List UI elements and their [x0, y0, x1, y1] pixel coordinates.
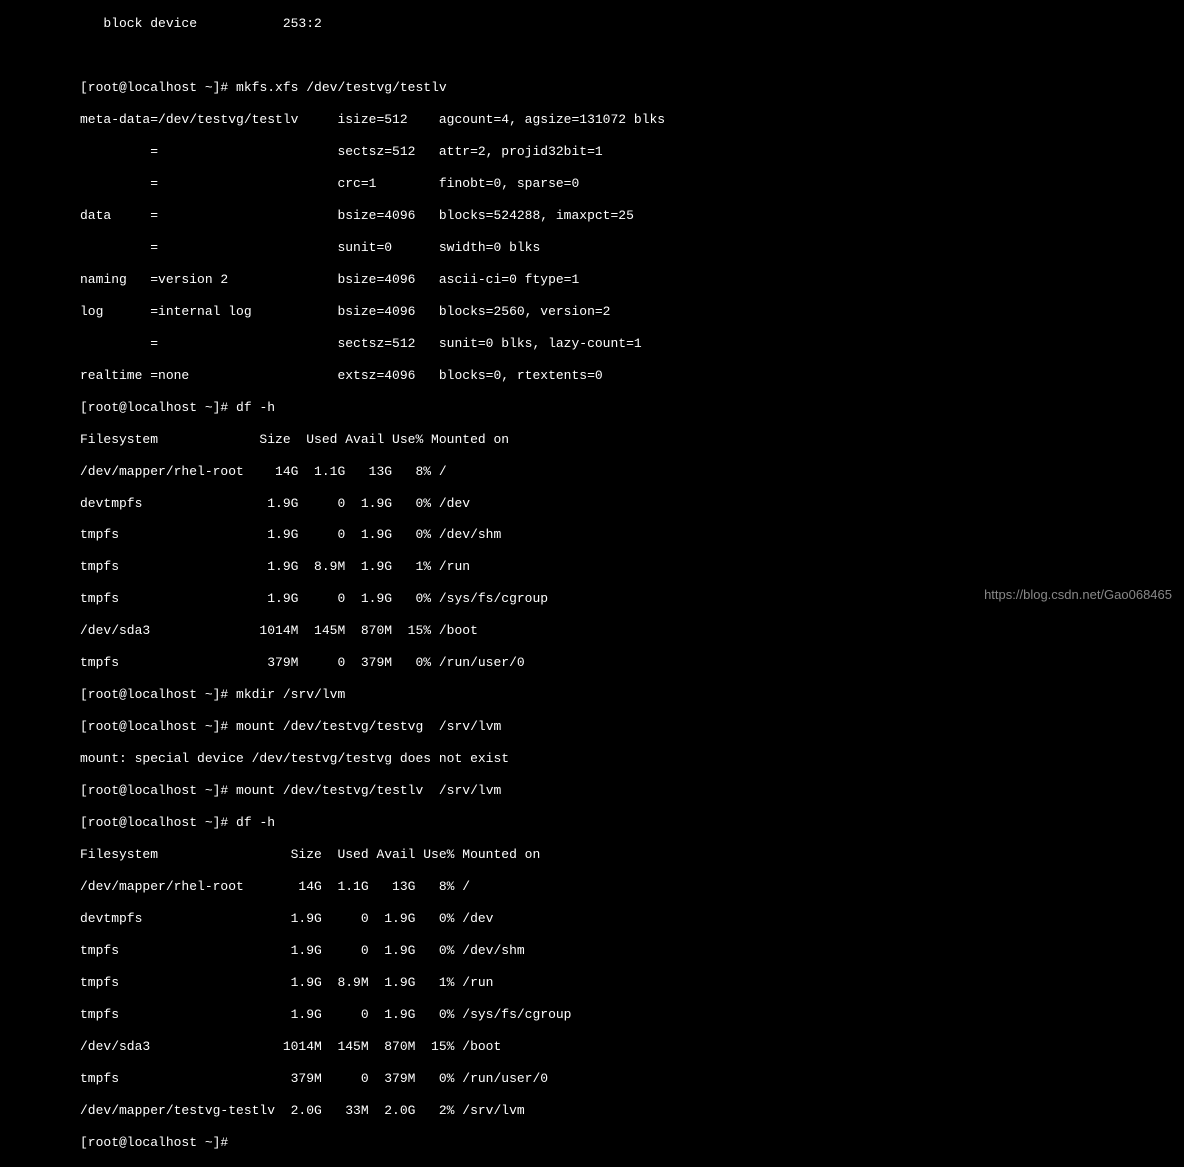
df-row: tmpfs 1.9G 8.9M 1.9G 1% /run — [80, 975, 1184, 991]
terminal-output[interactable]: block device 253:2 [root@localhost ~]# m… — [0, 0, 1184, 1167]
mkfs-output: data = bsize=4096 blocks=524288, imaxpct… — [80, 208, 1184, 224]
df-row: /dev/mapper/rhel-root 14G 1.1G 13G 8% / — [80, 879, 1184, 895]
prompt: [root@localhost ~]# — [80, 1135, 228, 1150]
df-row: tmpfs 1.9G 8.9M 1.9G 1% /run — [80, 559, 1184, 575]
mkfs-output: naming =version 2 bsize=4096 ascii-ci=0 … — [80, 272, 1184, 288]
prompt-line: [root@localhost ~]# mount /dev/testvg/te… — [80, 719, 1184, 735]
command: df -h — [236, 815, 275, 830]
df-row: /dev/sda3 1014M 145M 870M 15% /boot — [80, 623, 1184, 639]
prompt: [root@localhost ~]# — [80, 80, 228, 95]
prompt-line: [root@localhost ~]# df -h — [80, 400, 1184, 416]
df-row: /dev/mapper/testvg-testlv 2.0G 33M 2.0G … — [80, 1103, 1184, 1119]
partial-line: block device 253:2 — [80, 16, 1184, 32]
df-row: tmpfs 1.9G 0 1.9G 0% /dev/shm — [80, 527, 1184, 543]
df-row: tmpfs 1.9G 0 1.9G 0% /dev/shm — [80, 943, 1184, 959]
blank-line — [80, 48, 1184, 64]
prompt-line: [root@localhost ~]# df -h — [80, 815, 1184, 831]
df-row: tmpfs 1.9G 0 1.9G 0% /sys/fs/cgroup — [80, 1007, 1184, 1023]
mkfs-output: = sunit=0 swidth=0 blks — [80, 240, 1184, 256]
mkfs-output: log =internal log bsize=4096 blocks=2560… — [80, 304, 1184, 320]
df-row: tmpfs 379M 0 379M 0% /run/user/0 — [80, 655, 1184, 671]
watermark-text: https://blog.csdn.net/Gao068465 — [984, 587, 1172, 603]
df-row: devtmpfs 1.9G 0 1.9G 0% /dev — [80, 496, 1184, 512]
command: mkdir /srv/lvm — [236, 687, 345, 702]
df-row: /dev/sda3 1014M 145M 870M 15% /boot — [80, 1039, 1184, 1055]
mkfs-output: meta-data=/dev/testvg/testlv isize=512 a… — [80, 112, 1184, 128]
prompt: [root@localhost ~]# — [80, 815, 228, 830]
prompt: [root@localhost ~]# — [80, 687, 228, 702]
command: mkfs.xfs /dev/testvg/testlv — [236, 80, 447, 95]
prompt: [root@localhost ~]# — [80, 400, 228, 415]
error-output: mount: special device /dev/testvg/testvg… — [80, 751, 1184, 767]
prompt: [root@localhost ~]# — [80, 783, 228, 798]
mkfs-output: = crc=1 finobt=0, sparse=0 — [80, 176, 1184, 192]
mkfs-output: = sectsz=512 sunit=0 blks, lazy-count=1 — [80, 336, 1184, 352]
df-row: tmpfs 379M 0 379M 0% /run/user/0 — [80, 1071, 1184, 1087]
prompt-line: [root@localhost ~]# mkdir /srv/lvm — [80, 687, 1184, 703]
df-row: devtmpfs 1.9G 0 1.9G 0% /dev — [80, 911, 1184, 927]
df-header: Filesystem Size Used Avail Use% Mounted … — [80, 847, 1184, 863]
command: mount /dev/testvg/testvg /srv/lvm — [236, 719, 501, 734]
mkfs-output: = sectsz=512 attr=2, projid32bit=1 — [80, 144, 1184, 160]
prompt-line: [root@localhost ~]# mount /dev/testvg/te… — [80, 783, 1184, 799]
prompt-line: [root@localhost ~]# mkfs.xfs /dev/testvg… — [80, 80, 1184, 96]
prompt-line[interactable]: [root@localhost ~]# — [80, 1135, 1184, 1151]
df-row: /dev/mapper/rhel-root 14G 1.1G 13G 8% / — [80, 464, 1184, 480]
command: df -h — [236, 400, 275, 415]
command: mount /dev/testvg/testlv /srv/lvm — [236, 783, 501, 798]
prompt: [root@localhost ~]# — [80, 719, 228, 734]
df-header: Filesystem Size Used Avail Use% Mounted … — [80, 432, 1184, 448]
mkfs-output: realtime =none extsz=4096 blocks=0, rtex… — [80, 368, 1184, 384]
